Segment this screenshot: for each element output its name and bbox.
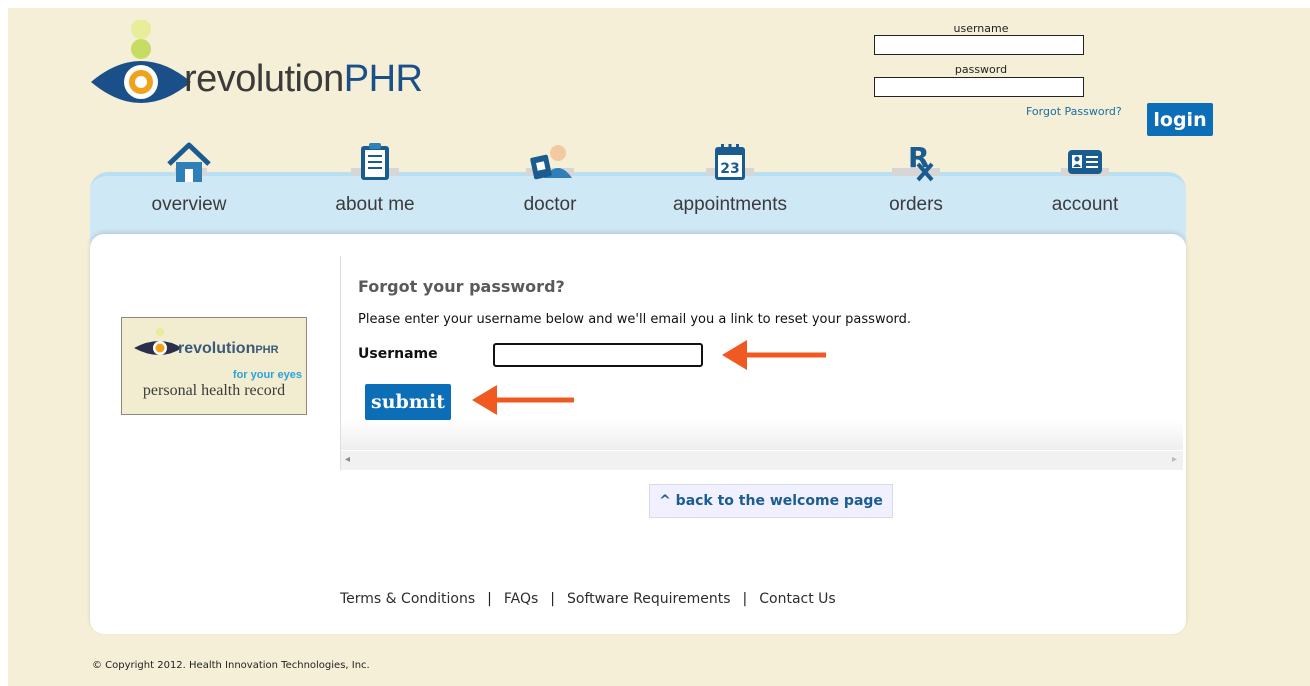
nav-label-account: account [1051, 194, 1119, 215]
scroll-right-arrow-icon[interactable]: ▸ [1172, 454, 1177, 465]
house-icon [167, 142, 211, 182]
scroll-left-arrow-icon[interactable]: ◂ [345, 454, 350, 465]
side-brand-tagline: for your eyes [232, 369, 302, 381]
nav-item-account[interactable]: account [1005, 140, 1165, 220]
side-brand-suffix: PHR [255, 344, 279, 356]
footer-link-contact-us[interactable]: Contact Us [759, 591, 835, 607]
id-card-icon [1061, 150, 1109, 176]
footer-links: Terms & Conditions | FAQs | Software Require… [340, 591, 836, 611]
page-left-edge [0, 0, 8, 686]
footer-separator: | [487, 591, 492, 607]
side-brand-subtitle: personal health record [142, 382, 286, 399]
arrow-left-icon [722, 340, 826, 370]
side-brand-image: revolutionPHR for your eyes personal hea… [121, 317, 307, 415]
clipboard-icon [351, 143, 399, 180]
password-label: password [954, 63, 1008, 76]
nav-item-doctor[interactable]: doctor [470, 140, 630, 220]
footer-link-software-requirements[interactable]: Software Requirements [567, 591, 731, 607]
calendar-icon: 23 [706, 144, 754, 180]
forgot-password-heading: Forgot your password? [358, 277, 565, 296]
login-username-input[interactable] [874, 35, 1084, 55]
revolutionphr-logo[interactable]: revolutionPHR [88, 20, 468, 120]
forgot-password-instructions: Please enter your username below and we'… [358, 312, 912, 327]
footer-separator: | [550, 591, 556, 607]
login-password-input[interactable] [874, 77, 1084, 97]
side-brand-name: revolutionPHR [178, 340, 279, 358]
nav-item-overview[interactable]: overview [109, 140, 269, 220]
footer-link-faqs[interactable]: FAQs [504, 591, 538, 607]
nav-item-orders[interactable]: R orders [836, 140, 996, 220]
nav-label-about-me: about me [335, 194, 415, 215]
eye-logo-small-icon [134, 328, 182, 355]
username-field-label: Username [358, 346, 438, 362]
rx-icon: R [892, 141, 940, 182]
login-panel: username password Forgot Password? login [874, 22, 1219, 142]
footer-link-terms[interactable]: Terms & Conditions [340, 591, 475, 607]
nav-label-doctor: doctor [523, 194, 577, 215]
nav-item-appointments[interactable]: 23 appointments [650, 140, 810, 220]
calendar-icon-date: 23 [720, 161, 739, 177]
logo-text-suffix: PHR [343, 58, 423, 100]
submit-button[interactable]: submit [365, 384, 451, 420]
horizontal-scrollbar[interactable]: ◂ ▸ [341, 451, 1183, 470]
eye-logo-icon [91, 20, 191, 103]
footer-separator: | [742, 591, 748, 607]
nav-label-overview: overview [151, 194, 227, 215]
logo-text-prefix: revolution [184, 58, 344, 100]
login-button[interactable]: login [1147, 103, 1213, 136]
side-brand-prefix: revolution [178, 340, 256, 357]
nav-item-about-me[interactable]: about me [295, 140, 455, 220]
nav-label-orders: orders [889, 194, 943, 215]
page-top-edge [0, 0, 1310, 8]
arrow-left-icon [472, 385, 574, 415]
back-to-welcome-link[interactable]: ^ back to the welcome page [649, 484, 893, 518]
username-input[interactable] [493, 343, 703, 367]
nav-label-appointments: appointments [672, 194, 788, 215]
username-label: username [953, 22, 1009, 35]
copyright-text: © Copyright 2012. Health Innovation Tech… [92, 660, 370, 671]
doctor-icon [526, 145, 574, 180]
panel-fade [341, 420, 1183, 450]
forgot-password-link[interactable]: Forgot Password? [1026, 105, 1122, 118]
